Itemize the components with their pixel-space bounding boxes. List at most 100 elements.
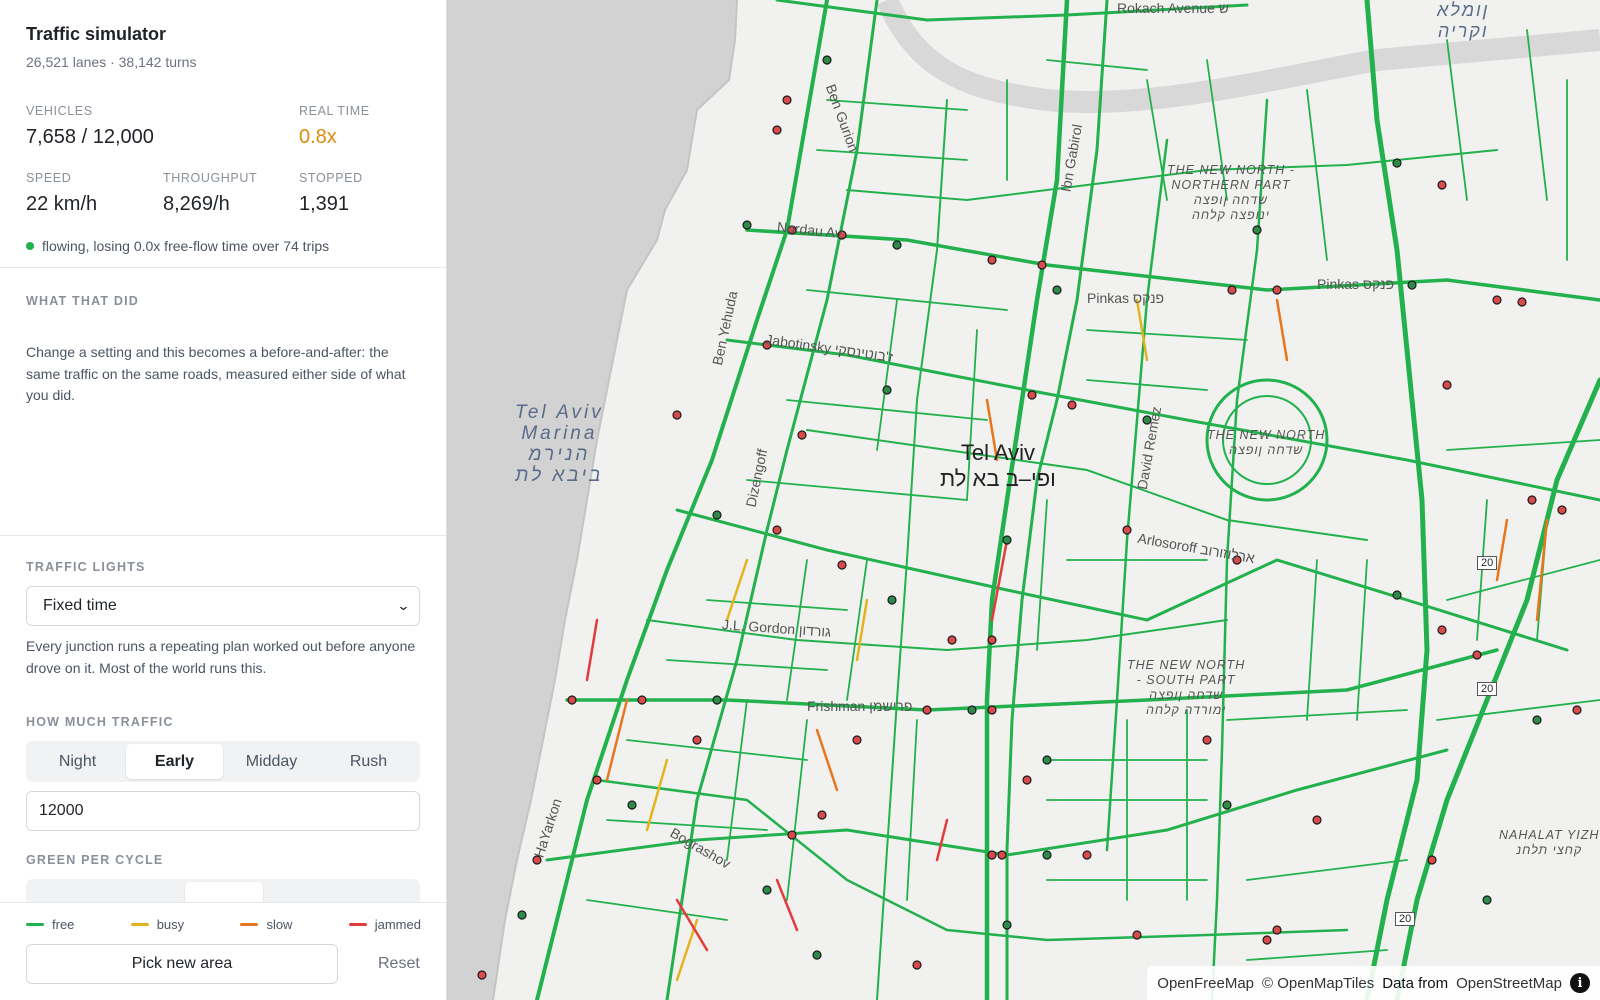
traffic-signal-marker [882,385,892,395]
traffic-signal-marker [787,830,797,840]
stat-value: 22 km/h [26,193,98,215]
traffic-signal-marker [1427,855,1437,865]
stat-speed: SPEED 22 km/h [26,171,97,216]
traffic-signal-marker [1437,625,1447,635]
district-line: שדחה ןופצה [1149,688,1224,702]
stat-throughput: THROUGHPUT 8,269/h [163,171,257,216]
stat-label: REAL TIME [299,104,370,118]
district-label-center: THE NEW NORTH שדחה ןופצה [1207,428,1325,458]
traffic-signal-marker [1132,930,1142,940]
reset-button[interactable]: Reset [378,955,420,973]
traffic-signal-marker [637,695,647,705]
network-summary: 26,521 lanes · 38,142 turns [26,54,197,70]
district-line: NORTHERN PART [1171,178,1291,192]
green-per-cycle-selected[interactable] [185,882,263,904]
traffic-signal-marker [1492,295,1502,305]
traffic-signal-marker [742,220,752,230]
traffic-signal-marker [772,125,782,135]
traffic-signal-marker [1042,755,1052,765]
traffic-signal-marker [712,510,722,520]
legend-swatch [26,923,44,926]
status-dot-icon [26,242,34,250]
app-root: Traffic simulator 26,521 lanes · 38,142 … [0,0,1600,1000]
traffic-level-segmented: Night Early Midday Rush [26,741,420,782]
traffic-signal-marker [692,735,702,745]
traffic-signal-marker [1002,920,1012,930]
district-line: NAHALAT YIZH [1499,828,1600,842]
stat-label: THROUGHPUT [163,171,258,185]
traffic-signal-marker [1517,297,1527,307]
traffic-signal-marker [1037,260,1047,270]
pick-new-area-button[interactable]: Pick new area [26,944,338,984]
street [984,0,1070,1000]
traffic-signal-marker [912,960,922,970]
section-heading: WHAT THAT DID [26,294,140,308]
legend-item-jammed: jammed [348,917,421,932]
district-line: ןומלא [1437,0,1490,20]
traffic-signal-marker [1482,895,1492,905]
stat-label: SPEED [26,171,72,185]
legend-item-free: free [26,917,74,932]
traffic-signal-marker [812,950,822,960]
marina-line: הנירמ [528,444,591,465]
traffic-option-night[interactable]: Night [29,744,126,779]
attribution-data-text: Data from [1382,974,1449,992]
traffic-signal-marker [1532,715,1542,725]
traffic-lights-select[interactable]: Fixed time ⌄ [26,586,420,626]
legend-label: busy [156,917,185,932]
traffic-lights-hint: Every junction runs a repeating plan wor… [26,638,416,676]
traffic-map[interactable]: Tel Aviv ופי–ב בא לת Tel Aviv Marina הני… [447,0,1600,1000]
stat-stopped: STOPPED 1,391 [299,171,363,216]
select-value: Fixed time [43,597,117,614]
traffic-option-midday[interactable]: Midday [223,744,320,779]
info-icon[interactable]: i [1570,973,1590,993]
legend-swatch [348,923,367,926]
street-slow [605,298,1549,792]
section-heading: TRAFFIC LIGHTS [26,560,146,574]
traffic-signal-marker [1222,800,1232,810]
street-label-pinkas-east: Pinkas פנקס [1317,276,1395,292]
traffic-signal-marker [517,910,527,920]
traffic-signal-marker [817,810,827,820]
traffic-signal-marker [1027,390,1037,400]
traffic-signal-marker [1442,380,1452,390]
traffic-signal-marker [772,525,782,535]
district-line: THE NEW NORTH [1127,658,1246,672]
route-shield: 20 [1477,682,1498,696]
traffic-signal-marker [1067,400,1077,410]
traffic-signal-marker [592,775,602,785]
traffic-signal-marker [987,635,997,645]
traffic-signal-marker [1002,535,1012,545]
section-heading: GREEN PER CYCLE [26,853,164,867]
attribution-openmaptiles-link[interactable]: © OpenMapTiles [1262,975,1374,992]
traffic-signal-marker [887,595,897,605]
traffic-signal-marker [1202,735,1212,745]
district-line: THE NEW NORTH [1207,428,1326,442]
traffic-option-early[interactable]: Early [126,744,223,779]
traffic-option-rush[interactable]: Rush [320,744,417,779]
traffic-signal-marker [712,695,722,705]
route-shield: 20 [1395,912,1416,926]
attribution-openfreemap-link[interactable]: OpenFreeMap [1157,975,1254,992]
map-attribution: OpenFreeMap © OpenMapTiles Data from Ope… [1147,966,1600,1000]
congestion-legend: free busy slow jammed [26,917,421,932]
traffic-signal-marker [967,705,977,715]
vehicle-count-input[interactable]: 12000 [26,791,420,831]
district-label-north: THE NEW NORTH - NORTHERN PART שדחה ןופצה… [1167,163,1295,223]
traffic-signal-marker [627,800,637,810]
legend-label: slow [266,917,293,932]
traffic-signal-marker [852,735,862,745]
green-per-cycle-segmented[interactable] [26,879,420,904]
marina-line: Marina [521,423,598,444]
map-canvas[interactable] [447,0,1600,1000]
stats-panel: Traffic simulator 26,521 lanes · 38,142 … [0,0,446,268]
traffic-signal-marker [947,635,957,645]
traffic-signal-marker [762,885,772,895]
attribution-osm-link[interactable]: OpenStreetMap [1456,975,1562,992]
street-label-pinkas: Pinkas פנקס [1087,290,1165,306]
traffic-signal-marker [1022,775,1032,785]
district-line: שדחה ןופצה [1193,193,1269,207]
map-city-label: Tel Aviv ופי–ב בא לת [940,440,1056,492]
street [1394,377,1600,1000]
traffic-signal-marker [1392,590,1402,600]
